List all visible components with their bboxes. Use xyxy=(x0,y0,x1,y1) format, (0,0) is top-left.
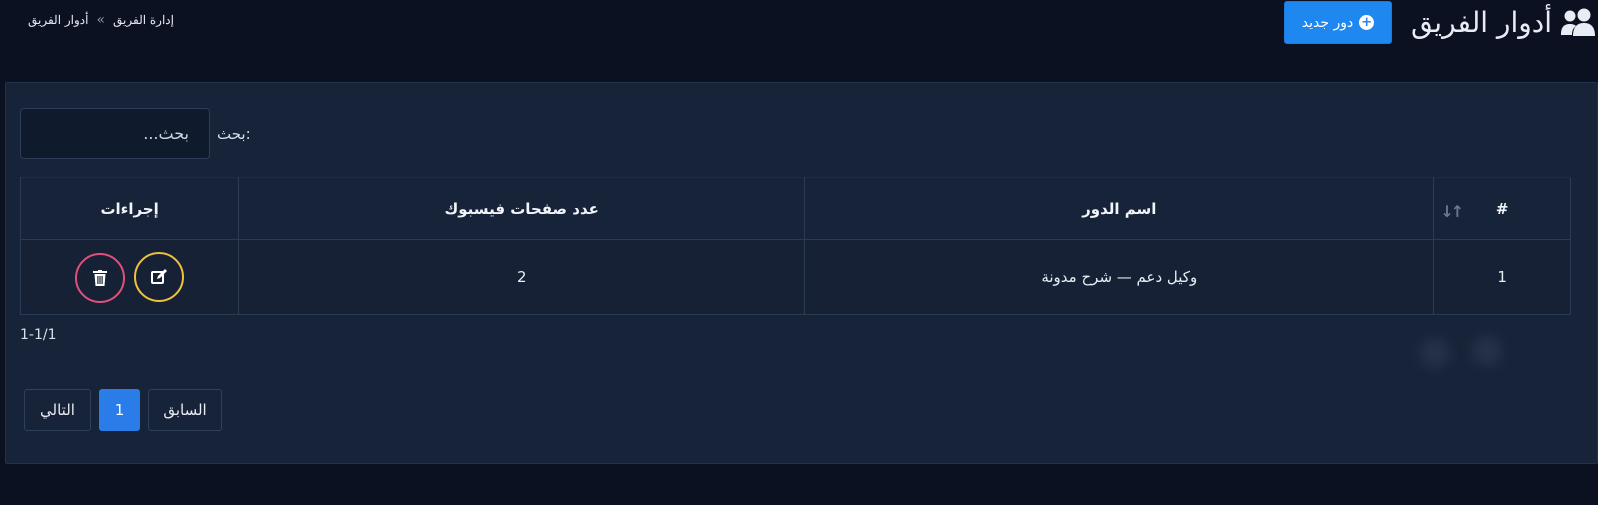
search-label: بحث: xyxy=(217,125,251,143)
search-input[interactable] xyxy=(20,108,210,159)
new-role-button[interactable]: + دور جديد xyxy=(1284,1,1392,44)
users-icon xyxy=(1560,7,1596,37)
breadcrumb-separator: » xyxy=(96,12,106,28)
page: أدوار الفريق + دور جديد إدارة الفريق » أ… xyxy=(0,0,1598,505)
table-row: 1 وكيل دعم — شرح مدونة 2 xyxy=(19,239,1571,315)
range-info: 1-1/1 xyxy=(20,327,57,343)
pagination: التالي 1 السابق xyxy=(24,389,222,431)
sort-icon[interactable]: ↑↓ xyxy=(1440,202,1464,221)
blur-decoration xyxy=(1472,336,1502,366)
page-title-text: أدوار الفريق xyxy=(1410,5,1552,39)
plus-circle-icon: + xyxy=(1359,15,1375,30)
breadcrumb: إدارة الفريق » أدوار الفريق xyxy=(28,12,174,28)
table-header-row: # ↑↓ اسم الدور عدد صفحات فيسبوك إجراءات xyxy=(19,177,1571,240)
column-header-actions: إجراءات xyxy=(19,177,240,240)
prev-page-button[interactable]: السابق xyxy=(148,389,222,431)
roles-table: # ↑↓ اسم الدور عدد صفحات فيسبوك إجراءات … xyxy=(19,177,1571,315)
blur-decoration xyxy=(1420,338,1450,368)
next-page-button[interactable]: التالي xyxy=(24,389,91,431)
roles-card: بحث: # ↑↓ اسم الدور عدد صفحات فيسبوك إجر… xyxy=(5,82,1598,464)
cell-facebook-pages: 2 xyxy=(238,239,806,315)
trash-icon xyxy=(93,269,108,286)
cell-role-name: وكيل دعم — شرح مدونة xyxy=(804,239,1435,315)
cell-index: 1 xyxy=(1433,239,1571,315)
page-number-button[interactable]: 1 xyxy=(99,389,140,431)
column-header-facebook-pages[interactable]: عدد صفحات فيسبوك xyxy=(238,177,806,240)
new-role-label: دور جديد xyxy=(1301,14,1354,31)
column-header-index[interactable]: # ↑↓ xyxy=(1433,177,1571,240)
page-title: أدوار الفريق xyxy=(1411,2,1596,42)
edit-button[interactable] xyxy=(134,251,184,302)
breadcrumb-team-management[interactable]: إدارة الفريق xyxy=(113,13,174,27)
breadcrumb-current: أدوار الفريق xyxy=(28,13,89,27)
delete-button[interactable] xyxy=(75,252,126,303)
edit-icon xyxy=(151,268,167,284)
cell-actions xyxy=(19,239,240,315)
column-header-role-name[interactable]: اسم الدور xyxy=(804,177,1435,240)
